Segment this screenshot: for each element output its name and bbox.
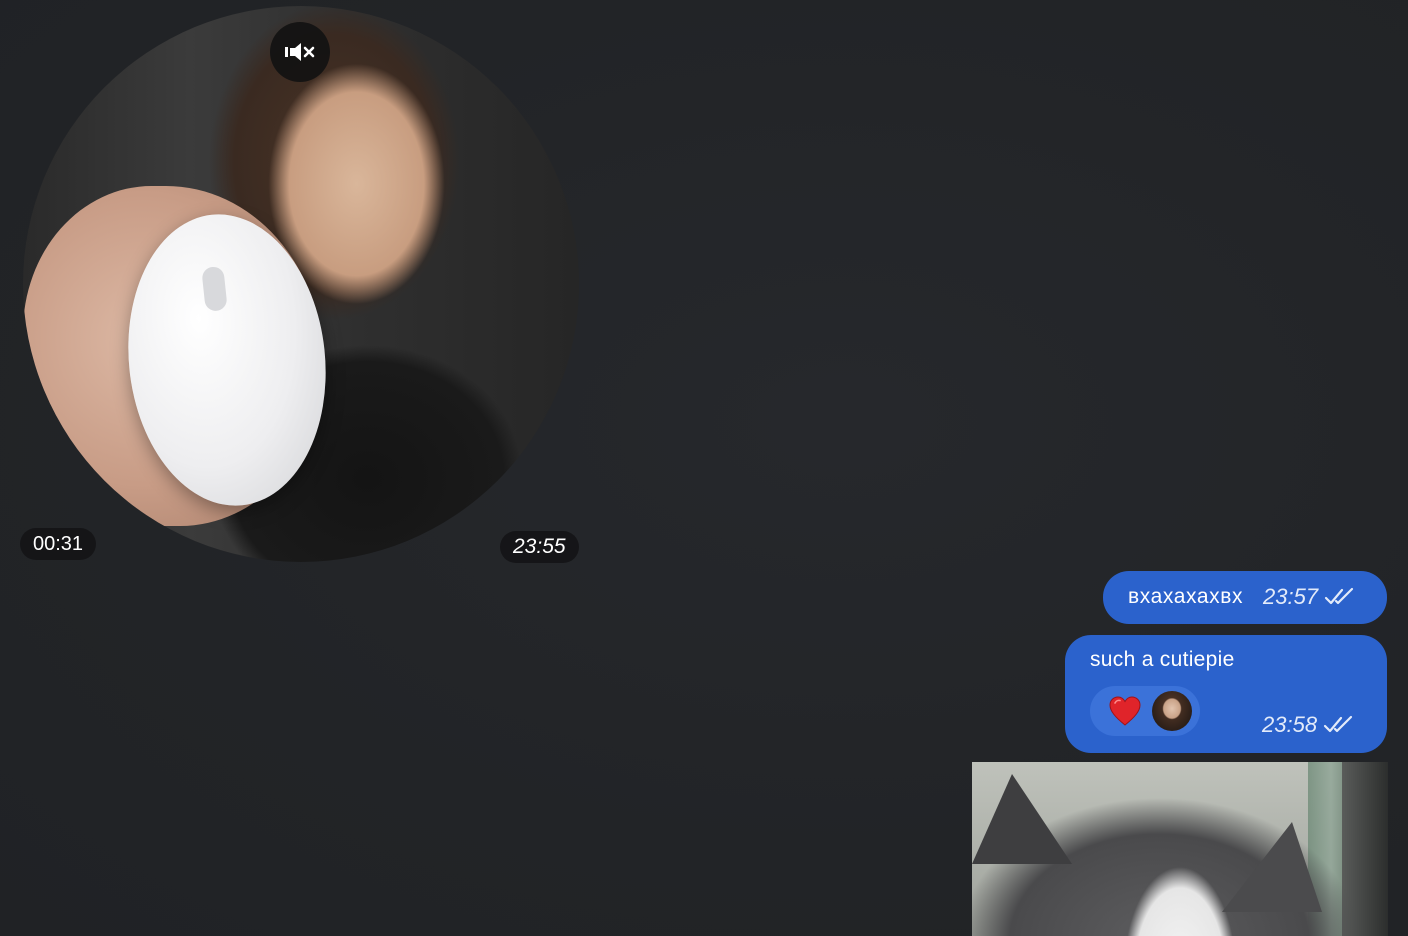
message-text: such a cutiepie [1090, 648, 1235, 671]
photo-cat-ear [972, 774, 1072, 864]
video-timestamp: 23:55 [500, 531, 579, 563]
message-meta: 23:57 [1263, 584, 1356, 610]
photo-cat-ear [1222, 822, 1322, 912]
message-text: вхахахахвх [1128, 585, 1244, 608]
outgoing-message[interactable]: such a cutiepie 23:58 [1065, 635, 1387, 753]
chat-view: 00:31 23:55 вхахахахвх 23:57 such a cuti… [0, 0, 1408, 936]
reactor-avatar [1152, 691, 1192, 731]
video-duration-badge: 00:31 [20, 528, 97, 560]
mute-toggle-button[interactable] [270, 22, 330, 82]
heart-icon [1109, 696, 1141, 726]
muted-speaker-icon [285, 43, 315, 61]
message-time: 23:57 [1263, 584, 1319, 609]
double-check-icon [1324, 587, 1354, 605]
reaction-chip[interactable] [1090, 686, 1200, 736]
double-check-icon [1323, 715, 1353, 733]
message-meta: 23:58 [1262, 712, 1355, 738]
outgoing-message[interactable]: вхахахахвх 23:57 [1103, 571, 1387, 624]
round-video-message[interactable] [23, 6, 579, 562]
message-time: 23:58 [1262, 712, 1318, 737]
photo-message[interactable] [972, 762, 1388, 936]
